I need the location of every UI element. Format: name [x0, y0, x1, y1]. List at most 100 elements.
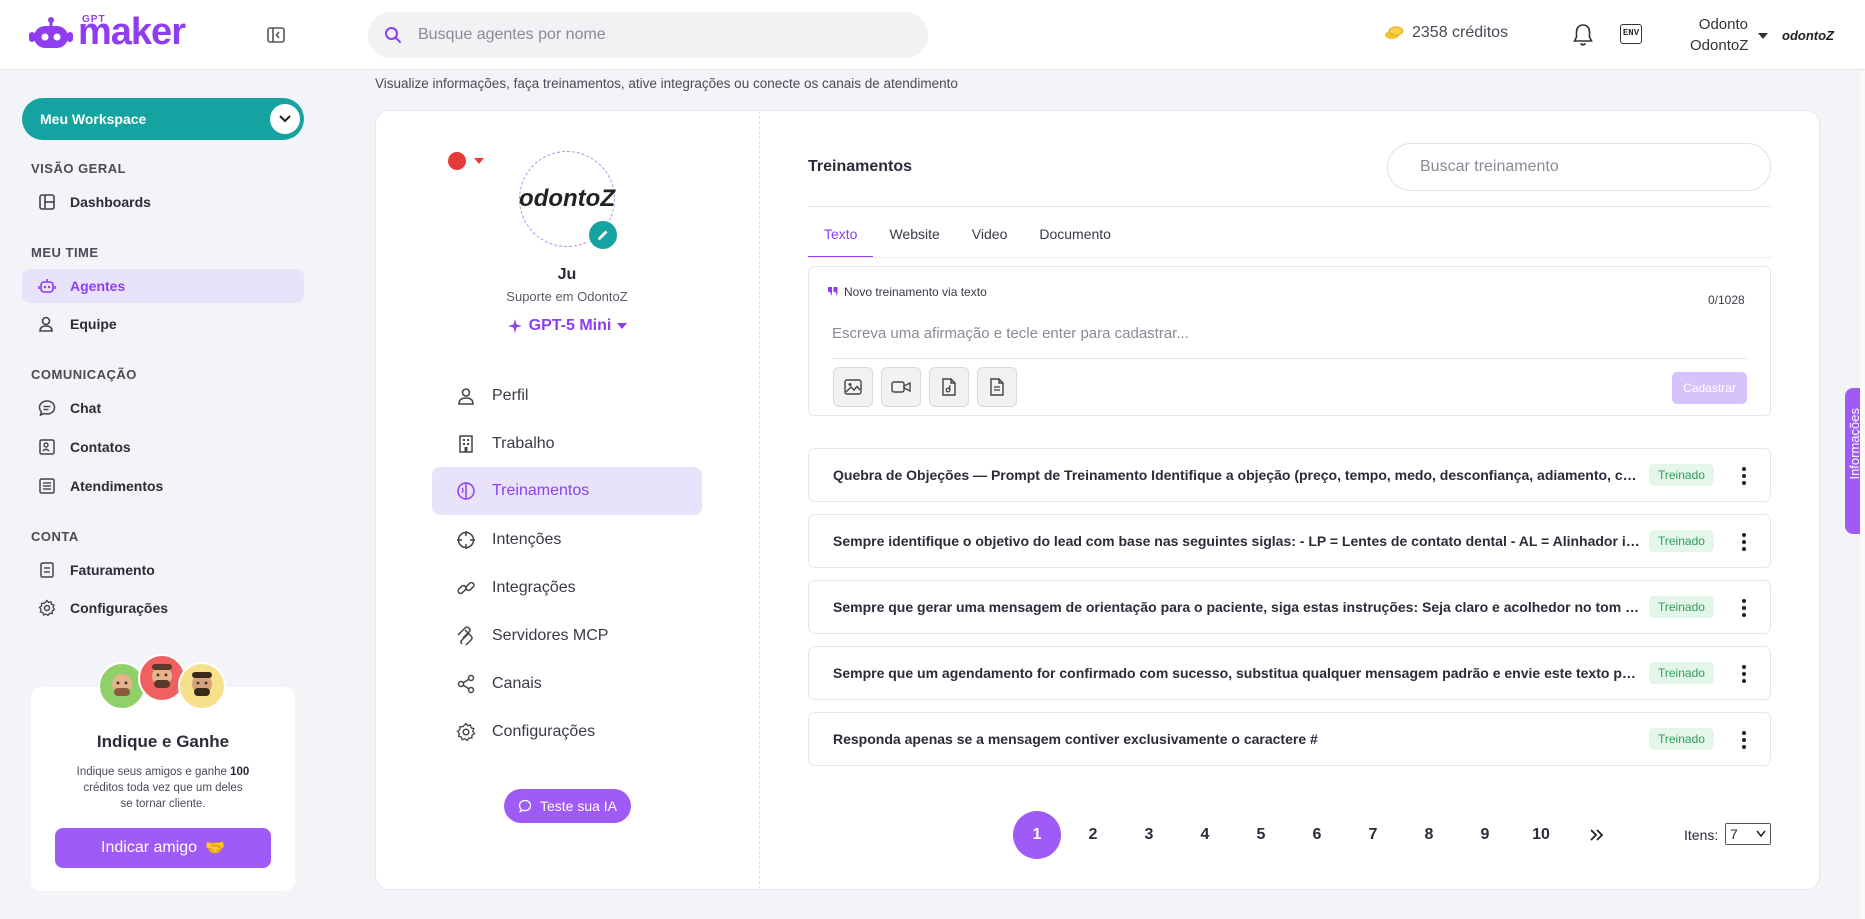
page-button-2[interactable]: 2 — [1069, 811, 1117, 859]
more-options-icon[interactable] — [1734, 597, 1754, 619]
attach-document-button[interactable] — [977, 367, 1017, 407]
agent-menu-servidores-mcp[interactable]: Servidores MCP — [432, 612, 702, 660]
sidebar-item-label: Dashboards — [70, 194, 151, 210]
training-text-input[interactable] — [832, 318, 1747, 348]
page-button-5[interactable]: 5 — [1237, 811, 1285, 859]
agent-menu-perfil[interactable]: Perfil — [432, 372, 702, 420]
test-ai-button[interactable]: Teste sua IA — [504, 789, 631, 823]
sidebar-item-equipe[interactable]: Equipe — [22, 307, 304, 341]
menu-label: Servidores MCP — [492, 627, 609, 644]
sidebar-item-atendimentos[interactable]: Atendimentos — [22, 469, 304, 503]
more-options-icon[interactable] — [1734, 729, 1754, 751]
section-divider — [808, 206, 1771, 207]
chevron-down-icon[interactable] — [474, 158, 484, 164]
page-button-6[interactable]: 6 — [1293, 811, 1341, 859]
document-icon — [990, 378, 1004, 396]
scrollbar[interactable] — [1860, 70, 1865, 919]
attach-image-button[interactable] — [833, 367, 873, 407]
gear-icon — [38, 599, 56, 617]
crosshair-icon — [457, 531, 475, 549]
training-item[interactable]: Responda apenas se a mensagem contiver e… — [808, 712, 1771, 766]
page-button-8[interactable]: 8 — [1405, 811, 1453, 859]
user-menu[interactable]: Odonto OdontoZ — [1690, 14, 1748, 56]
sidebar-item-dashboards[interactable]: Dashboards — [22, 185, 304, 219]
agent-menu-canais[interactable]: Canais — [432, 660, 702, 708]
training-item[interactable]: Sempre que gerar uma mensagem de orienta… — [808, 580, 1771, 634]
building-icon — [459, 435, 473, 453]
page-button-7[interactable]: 7 — [1349, 811, 1397, 859]
tab-video[interactable]: Video — [956, 222, 1024, 258]
items-per-page-select[interactable]: 7 — [1725, 823, 1771, 845]
brand-sup: GPT — [82, 14, 106, 25]
tab-documento[interactable]: Documento — [1023, 222, 1127, 258]
menu-label: Treinamentos — [492, 482, 590, 499]
sidebar-collapse-button[interactable] — [266, 25, 286, 45]
training-title: Treinamentos — [808, 158, 913, 175]
menu-label: Perfil — [492, 387, 529, 404]
model-name: GPT-5 Mini — [528, 317, 612, 334]
attach-audio-button[interactable] — [929, 367, 969, 407]
page-button-10[interactable]: 10 — [1517, 811, 1565, 859]
gptmaker-logo[interactable]: GPT maker — [28, 13, 186, 51]
training-search-input[interactable] — [1387, 143, 1771, 191]
sidebar-item-contatos[interactable]: Contatos — [22, 430, 304, 464]
more-options-icon[interactable] — [1734, 663, 1754, 685]
agent-menu-integracoes[interactable]: Integrações — [432, 564, 702, 612]
user-icon — [458, 388, 474, 405]
training-item[interactable]: Quebra de Objeções — Prompt de Treinamen… — [808, 448, 1771, 502]
agent-menu-treinamentos[interactable]: Treinamentos — [432, 467, 702, 515]
link-icon — [457, 581, 475, 595]
page-button-3[interactable]: 3 — [1125, 811, 1173, 859]
audio-file-icon — [942, 378, 956, 396]
page-button-9[interactable]: 9 — [1461, 811, 1509, 859]
training-item[interactable]: Sempre que um agendamento for confirmado… — [808, 646, 1771, 700]
notifications-button[interactable] — [1572, 23, 1594, 47]
tab-texto[interactable]: Texto — [808, 222, 874, 258]
section-title-visao-geral: VISÃO GERAL — [31, 161, 127, 176]
credits-indicator[interactable]: 2358 créditos — [1384, 24, 1508, 42]
credits-value: 2358 créditos — [1412, 24, 1509, 41]
training-text: Quebra de Objeções — Prompt de Treinamen… — [833, 467, 1643, 483]
more-options-icon[interactable] — [1734, 465, 1754, 487]
editor-divider — [832, 358, 1747, 359]
agent-name: Ju — [557, 266, 577, 283]
tab-website[interactable]: Website — [873, 222, 955, 258]
agent-menu-trabalho[interactable]: Trabalho — [432, 420, 702, 468]
chevron-down-icon[interactable] — [1758, 33, 1768, 39]
items-per-page-value: 7 — [1730, 826, 1738, 842]
sidebar-item-faturamento[interactable]: Faturamento — [22, 553, 304, 587]
status-indicator[interactable] — [448, 152, 466, 170]
status-badge: Treinado — [1649, 728, 1714, 750]
agent-search[interactable] — [368, 12, 928, 58]
dashboard-icon — [39, 194, 55, 210]
user-name: Odonto — [1698, 16, 1748, 33]
edit-avatar-button[interactable] — [587, 219, 619, 251]
sidebar-item-configuracoes[interactable]: Configurações — [22, 591, 304, 625]
model-selector[interactable]: GPT-5 Mini — [467, 317, 667, 335]
attach-video-button[interactable] — [881, 367, 921, 407]
agent-menu-intencoes[interactable]: Intenções — [432, 516, 702, 564]
submit-training-button[interactable]: Cadastrar — [1672, 372, 1747, 404]
agent-search-input[interactable] — [418, 26, 878, 44]
workspace-selector[interactable]: Meu Workspace — [22, 98, 304, 140]
page-button-4[interactable]: 4 — [1181, 811, 1229, 859]
training-text: Responda apenas se a mensagem contiver e… — [833, 731, 1318, 747]
sidebar-item-chat[interactable]: Chat — [22, 391, 304, 425]
top-bar: GPT maker 2358 créditos ENV Odonto Od — [0, 0, 1865, 70]
double-chevron-right-icon — [1590, 829, 1604, 841]
more-options-icon[interactable] — [1734, 531, 1754, 553]
char-counter: 0/1028 — [1708, 293, 1745, 307]
org-logo: odontoZ — [1782, 28, 1834, 43]
next-pages-button[interactable] — [1573, 811, 1621, 859]
training-item[interactable]: Sempre identifique o objetivo do lead co… — [808, 514, 1771, 568]
sidebar-item-label: Atendimentos — [70, 478, 164, 494]
agent-menu-configuracoes[interactable]: Configurações — [432, 708, 702, 756]
refer-friend-button[interactable]: Indicar amigo 🤝 — [55, 828, 271, 868]
image-icon — [844, 379, 862, 395]
page-button-1[interactable]: 1 — [1013, 811, 1061, 859]
sidebar-item-agentes[interactable]: Agentes — [22, 269, 304, 303]
chat-icon — [38, 400, 56, 417]
env-button[interactable]: ENV — [1620, 24, 1642, 44]
coins-icon — [1385, 26, 1404, 39]
pagination: 1 2 3 4 5 6 7 8 9 10 — [1013, 811, 1629, 859]
